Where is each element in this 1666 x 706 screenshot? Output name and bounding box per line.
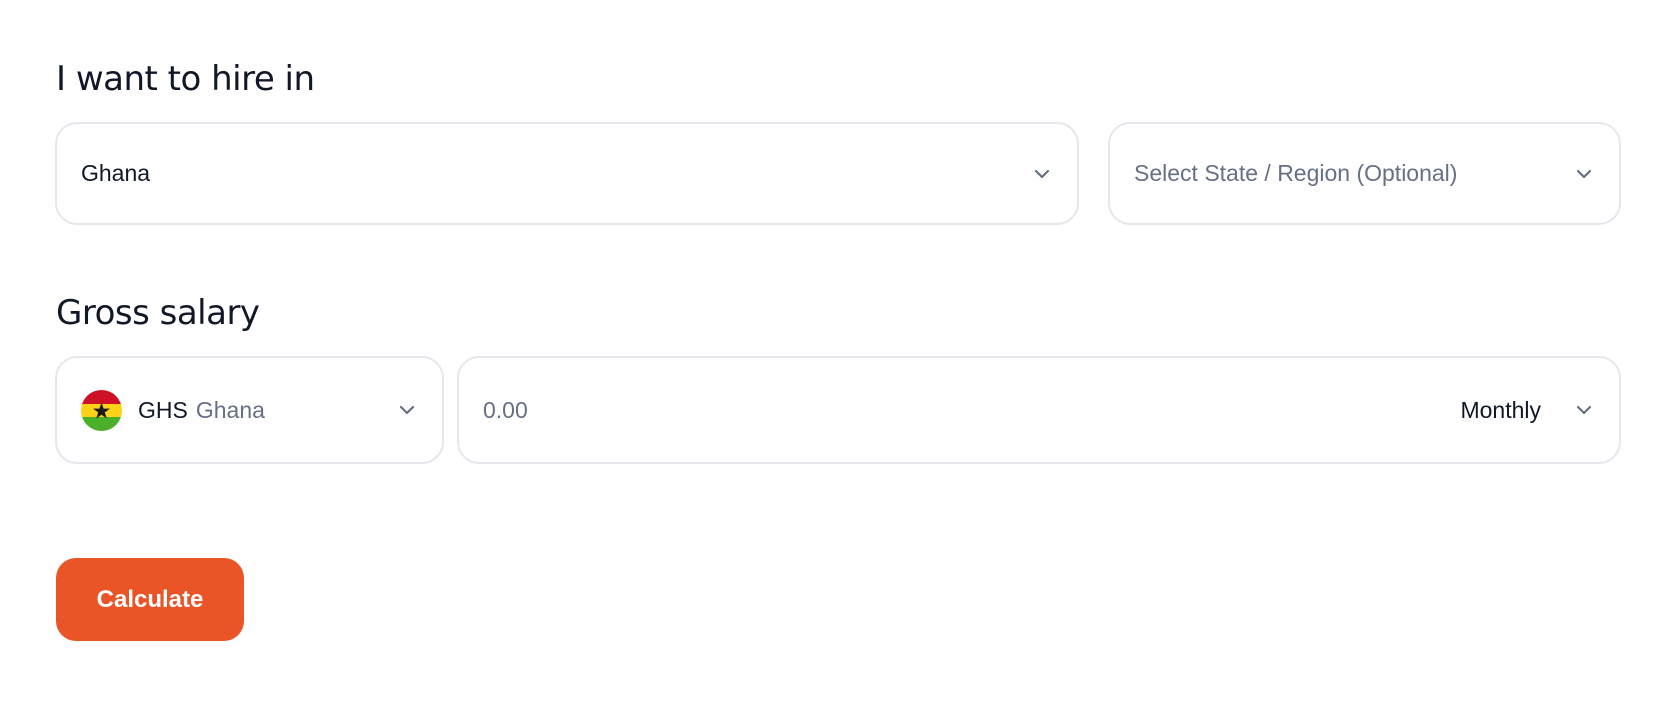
country-select-value: Ghana: [81, 160, 151, 186]
chevron-down-icon: [1031, 163, 1053, 185]
region-select-placeholder: Select State / Region (Optional): [1134, 160, 1458, 186]
currency-code: GHS: [138, 396, 188, 423]
chevron-down-icon: [396, 399, 418, 421]
gross-salary-heading: Gross salary: [56, 293, 260, 333]
ghana-flag-icon: [81, 389, 122, 431]
chevron-down-icon: [1573, 399, 1595, 421]
hire-in-heading: I want to hire in: [56, 59, 315, 99]
salary-amount-field: Monthly: [457, 356, 1621, 464]
currency-select[interactable]: GHS Ghana: [55, 356, 444, 464]
region-select[interactable]: Select State / Region (Optional): [1108, 122, 1621, 225]
salary-calculator: I want to hire in Ghana Select State / R…: [0, 0, 1666, 706]
calculate-button[interactable]: Calculate: [56, 558, 244, 641]
pay-period-value: Monthly: [1460, 396, 1541, 423]
chevron-down-icon: [1573, 163, 1595, 185]
salary-amount-input[interactable]: [483, 396, 1461, 424]
country-select[interactable]: Ghana: [55, 122, 1079, 225]
currency-country-name: Ghana: [195, 396, 265, 423]
pay-period-select[interactable]: Monthly: [1460, 397, 1595, 424]
